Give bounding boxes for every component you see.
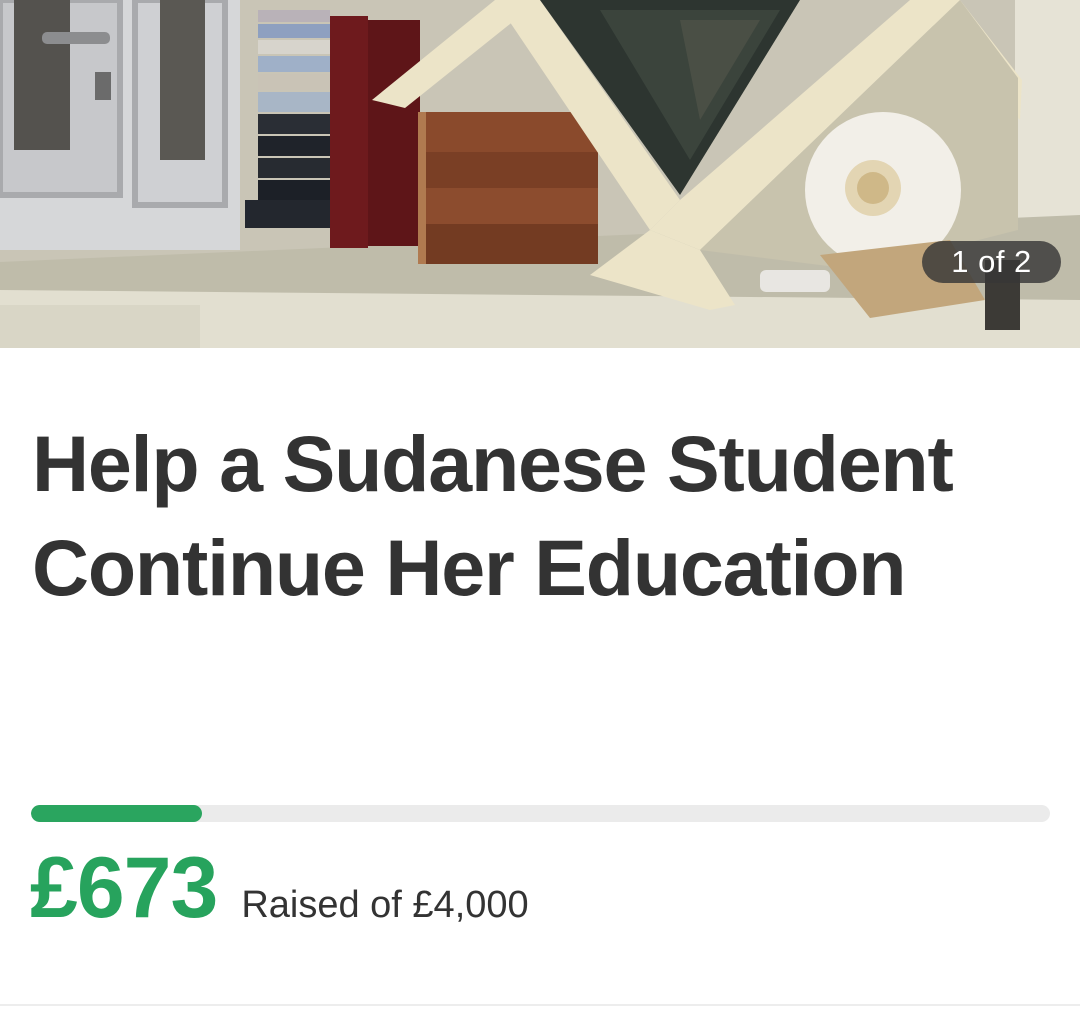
progress-fill	[31, 805, 203, 822]
raised-amount: £673	[30, 840, 218, 936]
raised-goal-label: Raised of £4,000	[241, 884, 529, 926]
hero-photo[interactable]: 1 of 2	[0, 0, 1080, 348]
image-counter-badge: 1 of 2	[922, 241, 1061, 283]
section-divider	[0, 1004, 1080, 1006]
amount-raised-row: £673 Raised of £4,000	[30, 838, 529, 938]
bookshelf-photo	[0, 0, 1080, 348]
fundraising-progress-bar	[31, 805, 1050, 822]
campaign-title: Help a Sudanese Student Continue Her Edu…	[32, 419, 954, 612]
